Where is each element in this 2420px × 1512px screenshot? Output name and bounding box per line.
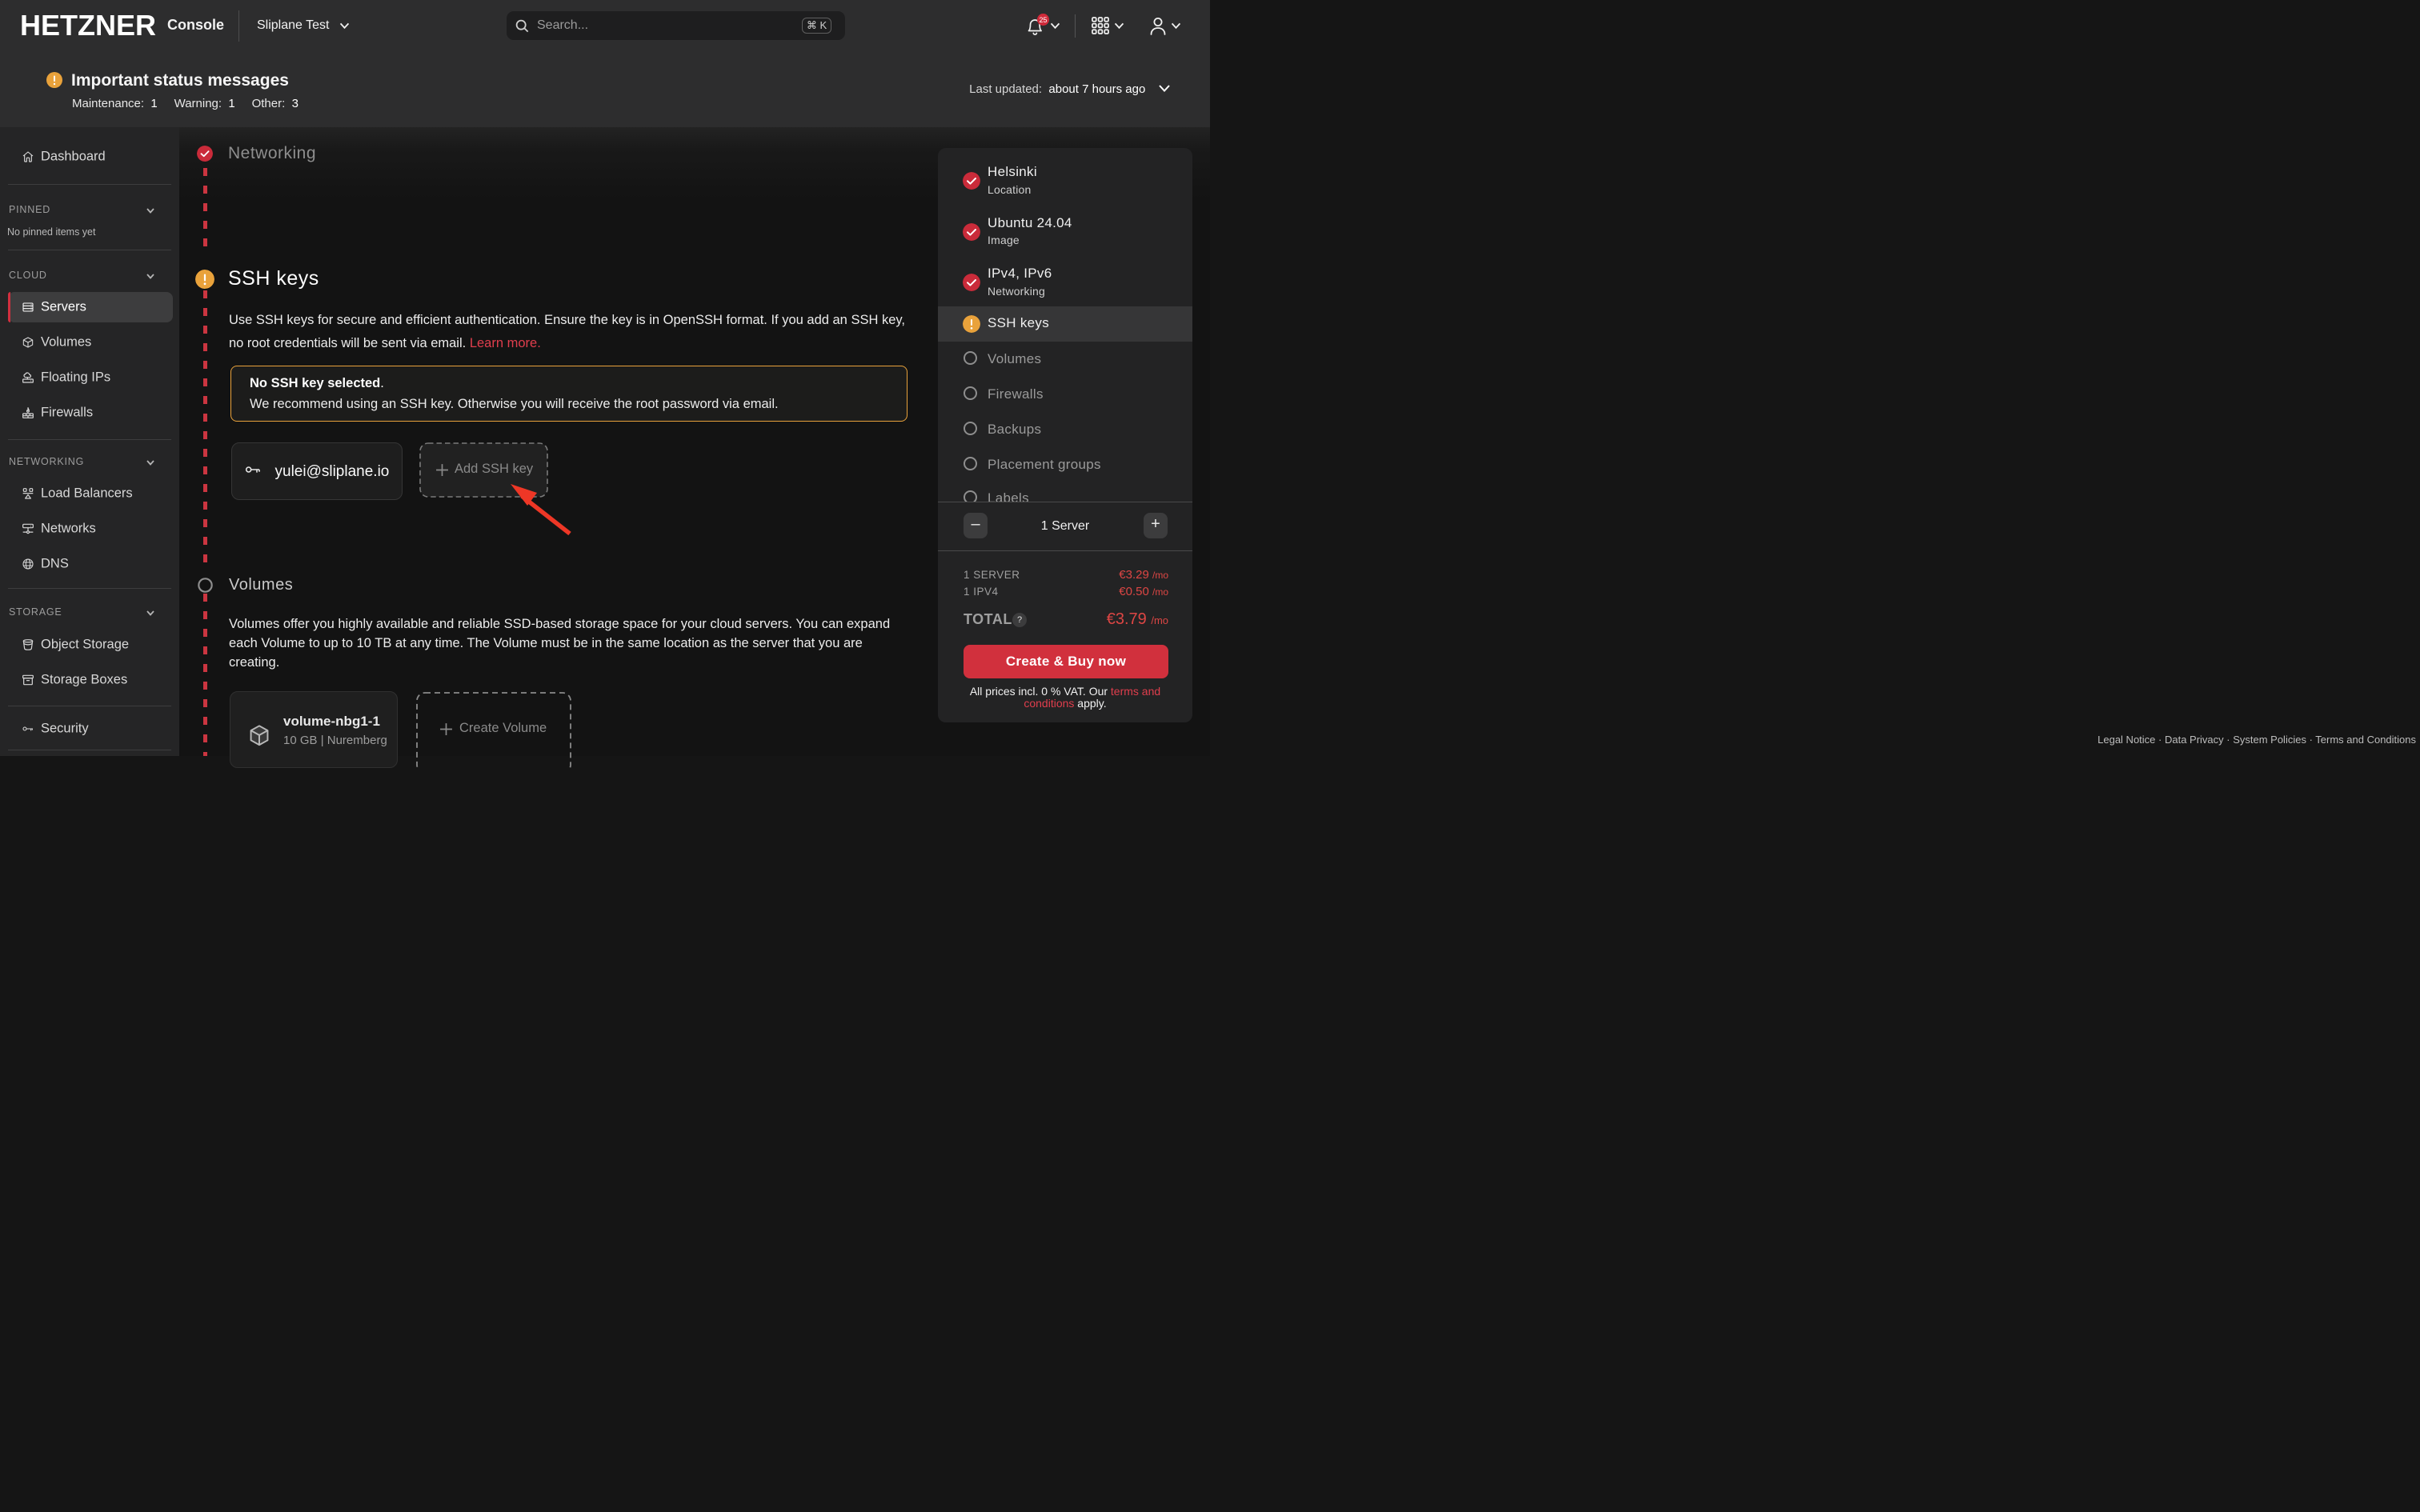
svg-text:25: 25 [1039,16,1047,24]
